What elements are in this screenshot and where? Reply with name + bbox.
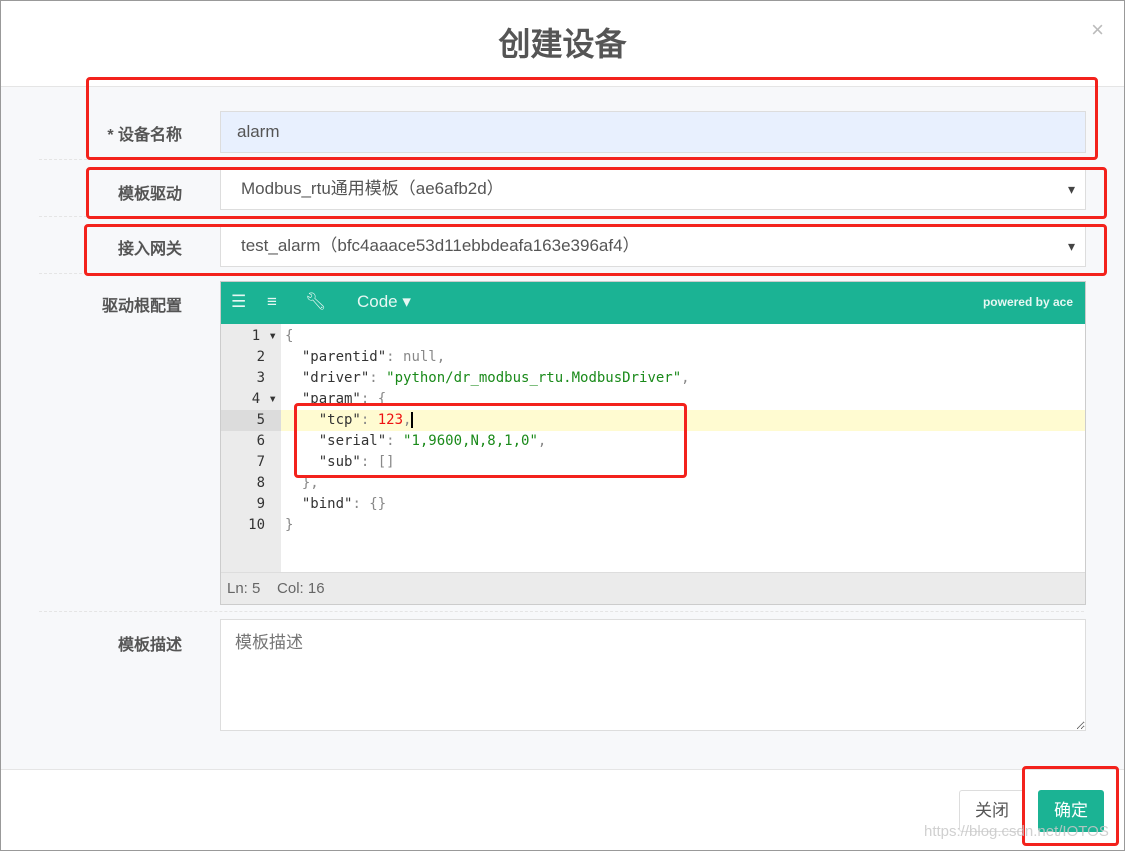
code-line: { [281, 326, 1085, 347]
label-gateway: 接入网关 [117, 241, 182, 258]
format-icon[interactable]: ☰ [231, 292, 246, 312]
code-value: "python/dr_modbus_rtu.ModbusDriver" [386, 370, 682, 386]
status-col: Col: 16 [277, 580, 325, 597]
description-textarea[interactable] [220, 619, 1086, 731]
line-number: 3 [256, 370, 265, 386]
mode-label: Code [357, 292, 398, 311]
code-token: }, [285, 475, 319, 491]
label-device-name: * 设备名称 [107, 127, 182, 144]
code-line: "param": { [285, 391, 387, 407]
json-editor[interactable]: ☰ ≡ 🔧︎ Code ▾ powered by ace 1 ▾ 2 3 4 ▾ 5 6 7… [220, 281, 1086, 605]
powered-by: powered by ace [982, 295, 1073, 309]
editor-toolbar: ☰ ≡ 🔧︎ Code ▾ powered by ace [221, 282, 1085, 324]
editor-code[interactable]: { "parentid": null, "driver": "python/dr… [281, 324, 1085, 572]
line-number: 10 [248, 517, 265, 533]
code-token: } [285, 517, 294, 533]
code-value: "1,9600,N,8,1,0" [403, 433, 538, 449]
mode-dropdown[interactable]: Code ▾ [357, 292, 411, 312]
code-line: }, [281, 473, 1085, 494]
code-line: "parentid": null, [285, 349, 446, 365]
line-number: 8 [256, 475, 265, 491]
gateway-select-value: test_alarm（bfc4aaace53d11ebbdeafa163e396… [241, 236, 640, 255]
code-value: null [403, 349, 437, 365]
close-icon[interactable]: × [1091, 17, 1104, 43]
code-token: { [285, 328, 294, 344]
dialog-header: 创建设备 × [1, 1, 1124, 87]
watermark: https://blog.csdn.net/IOTOS [924, 823, 1109, 840]
template-select[interactable]: Modbus_rtu通用模板（ae6afb2d） [220, 168, 1086, 210]
text-cursor: ​ [411, 412, 414, 428]
line-number: 7 [256, 454, 265, 470]
code-line-active: "tcp": 123,​ [281, 410, 1085, 431]
code-line: "bind": {} [285, 496, 387, 512]
code-key: "serial" [285, 433, 387, 449]
code-key: "bind" [285, 496, 353, 512]
line-number: 6 [256, 433, 265, 449]
label-config: 驱动根配置 [101, 298, 182, 315]
gateway-select[interactable]: test_alarm（bfc4aaace53d11ebbdeafa163e396… [220, 225, 1086, 267]
code-key: "sub" [285, 454, 361, 470]
compact-icon[interactable]: ≡ [267, 292, 277, 312]
template-select-value: Modbus_rtu通用模板（ae6afb2d） [241, 179, 504, 198]
device-name-input[interactable]: alarm [220, 111, 1086, 153]
code-value: 123 [377, 412, 404, 428]
code-line: "serial": "1,9600,N,8,1,0", [285, 433, 547, 449]
line-number: 9 [256, 496, 265, 512]
status-line: Ln: 5 [227, 580, 261, 597]
wrench-icon[interactable]: 🔧︎ [305, 292, 327, 312]
dialog-title: 创建设备 [498, 26, 627, 62]
code-value: {} [369, 496, 387, 512]
label-description: 模板描述 [117, 637, 182, 654]
code-key: "driver" [285, 370, 370, 386]
code-value: { [377, 391, 387, 407]
code-line: } [281, 515, 1085, 536]
line-number: 2 [256, 349, 265, 365]
label-template: 模板驱动 [117, 186, 182, 203]
code-key: "tcp" [285, 412, 361, 428]
editor-gutter: 1 ▾ 2 3 4 ▾ 5 6 7 8 9 10 [221, 324, 281, 572]
code-line: "driver": "python/dr_modbus_rtu.ModbusDr… [285, 370, 690, 386]
line-number: 4 ▾ [251, 391, 277, 407]
code-value: [] [377, 454, 395, 470]
code-key: "param" [285, 391, 361, 407]
code-key: "parentid" [285, 349, 387, 365]
line-number: 1 ▾ [251, 328, 277, 344]
code-line: "sub": [] [285, 454, 395, 470]
line-number: 5 [221, 410, 281, 431]
editor-statusbar: Ln: 5 Col: 16 [221, 572, 1085, 604]
